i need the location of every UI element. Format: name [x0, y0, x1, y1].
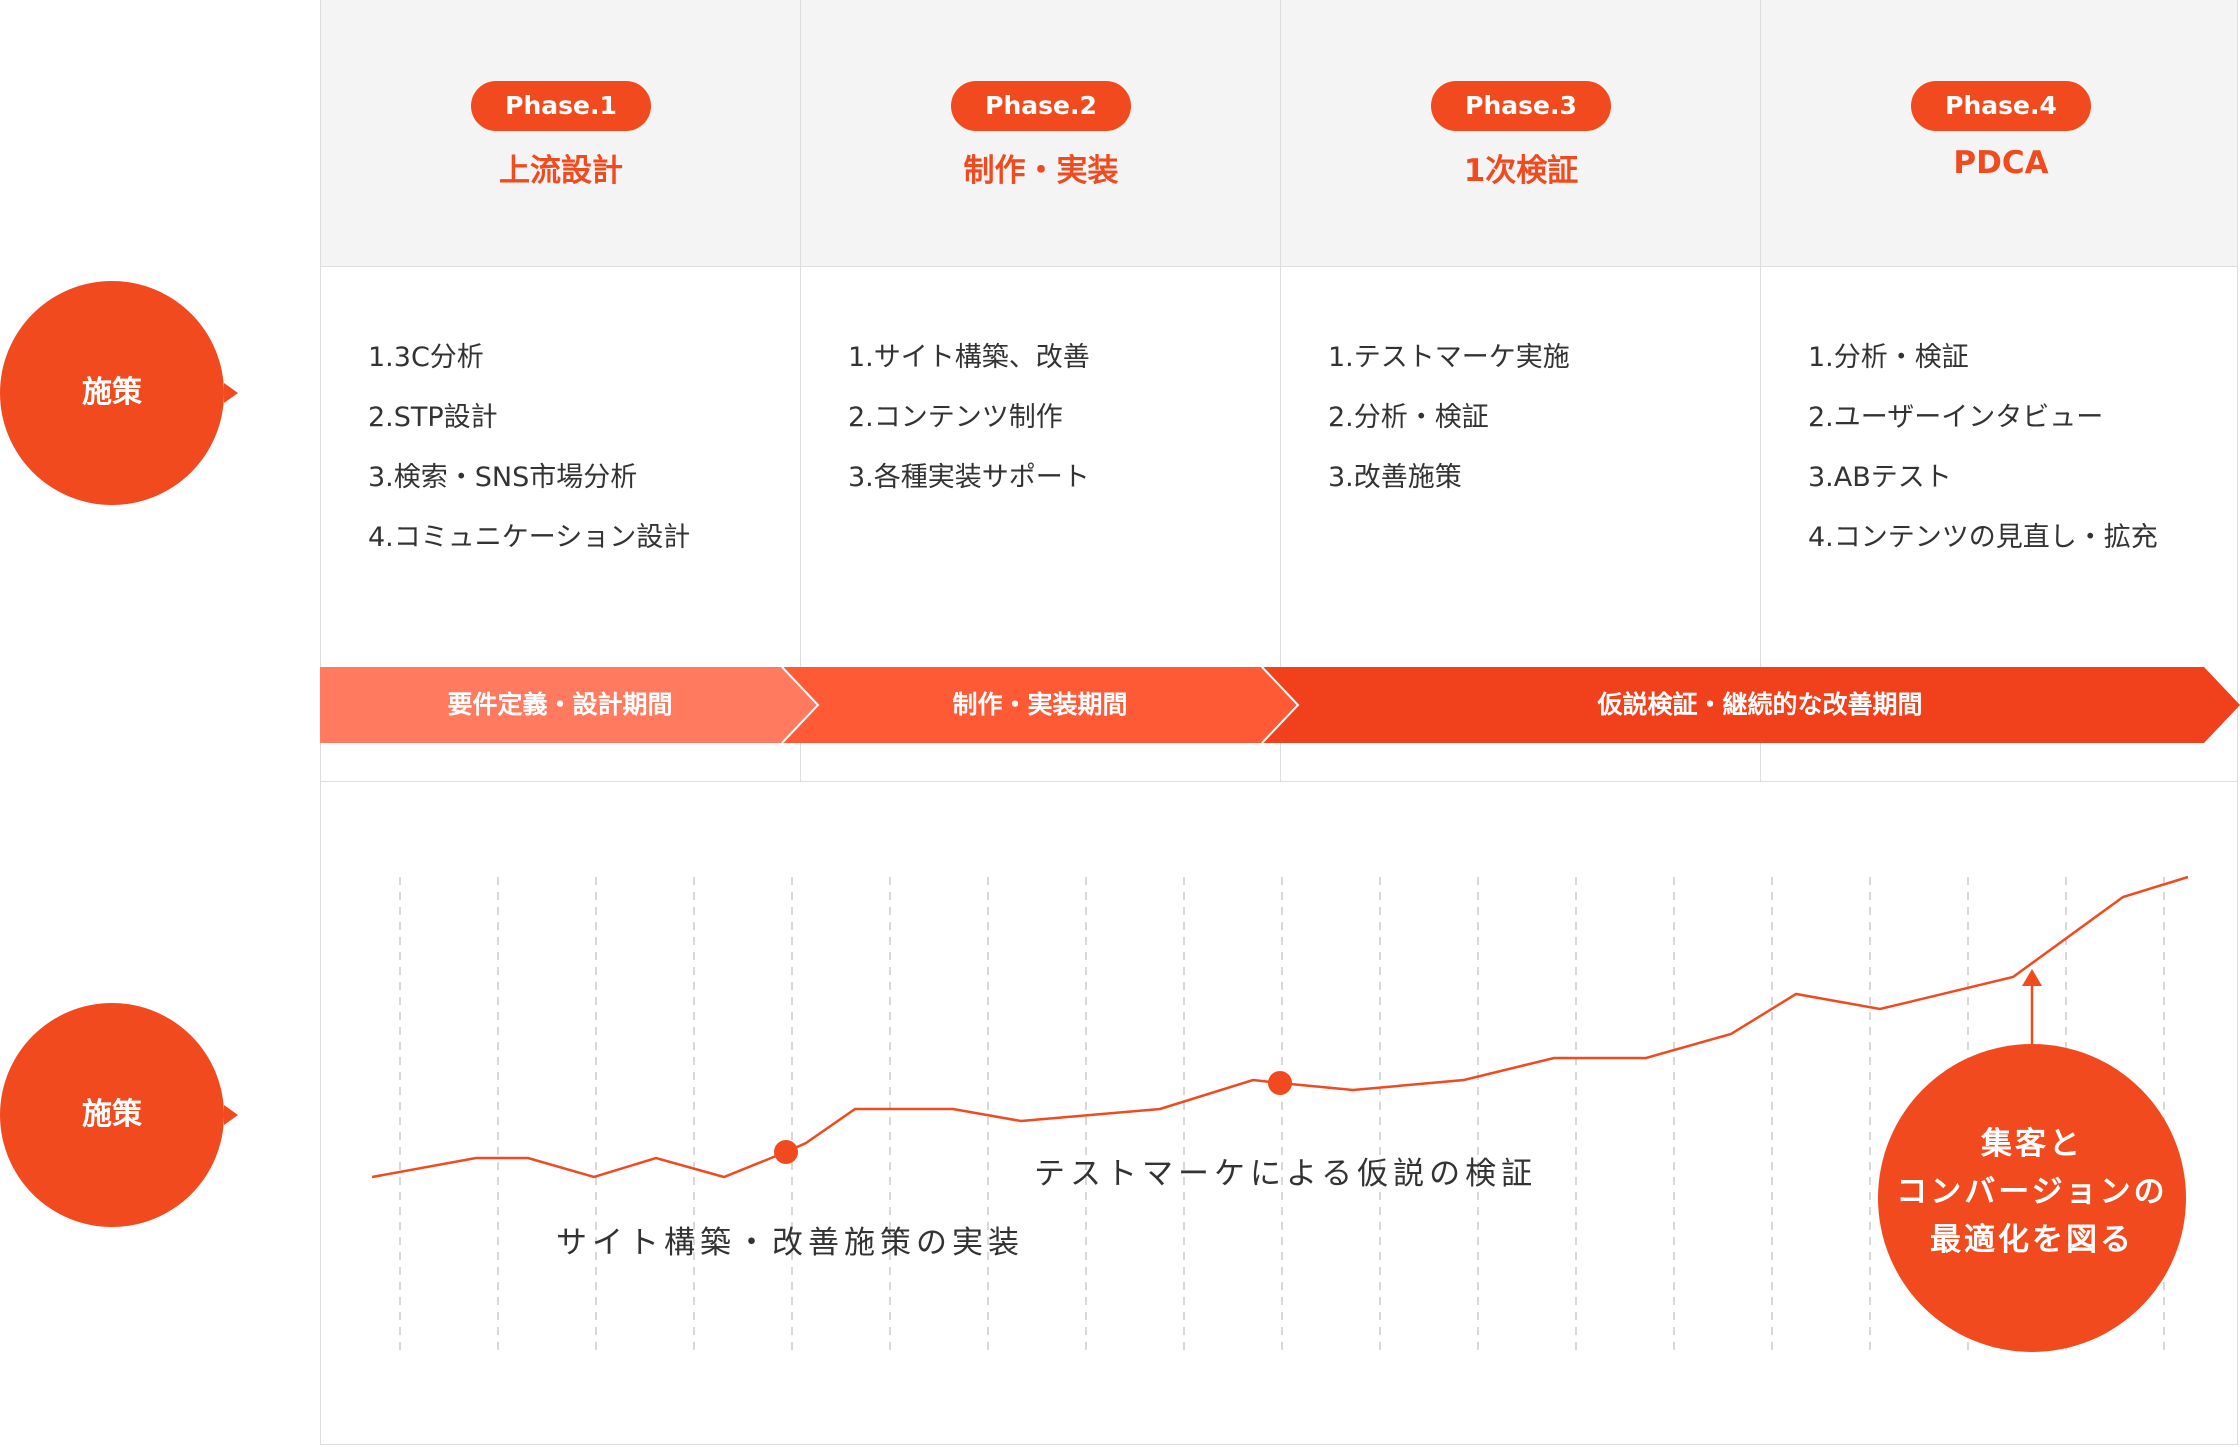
milestone-dot-1	[774, 1140, 798, 1164]
goal-line: 集客と	[1981, 1126, 2083, 1162]
goal-text: 集客と コンバージョンの 最適化を図る	[1878, 1120, 2186, 1264]
goal-line: 最適化を図る	[1930, 1222, 2134, 1258]
goal-arrow-head	[2022, 969, 2042, 986]
milestone-dot-2	[1268, 1071, 1292, 1095]
goal-line: コンバージョンの	[1896, 1174, 2168, 1210]
milestone-label-1: サイト構築・改善施策の実装	[556, 1225, 1024, 1261]
chart-gridlines	[399, 877, 2165, 1352]
milestone-label-2: テストマーケによる仮説の検証	[1034, 1156, 1538, 1192]
